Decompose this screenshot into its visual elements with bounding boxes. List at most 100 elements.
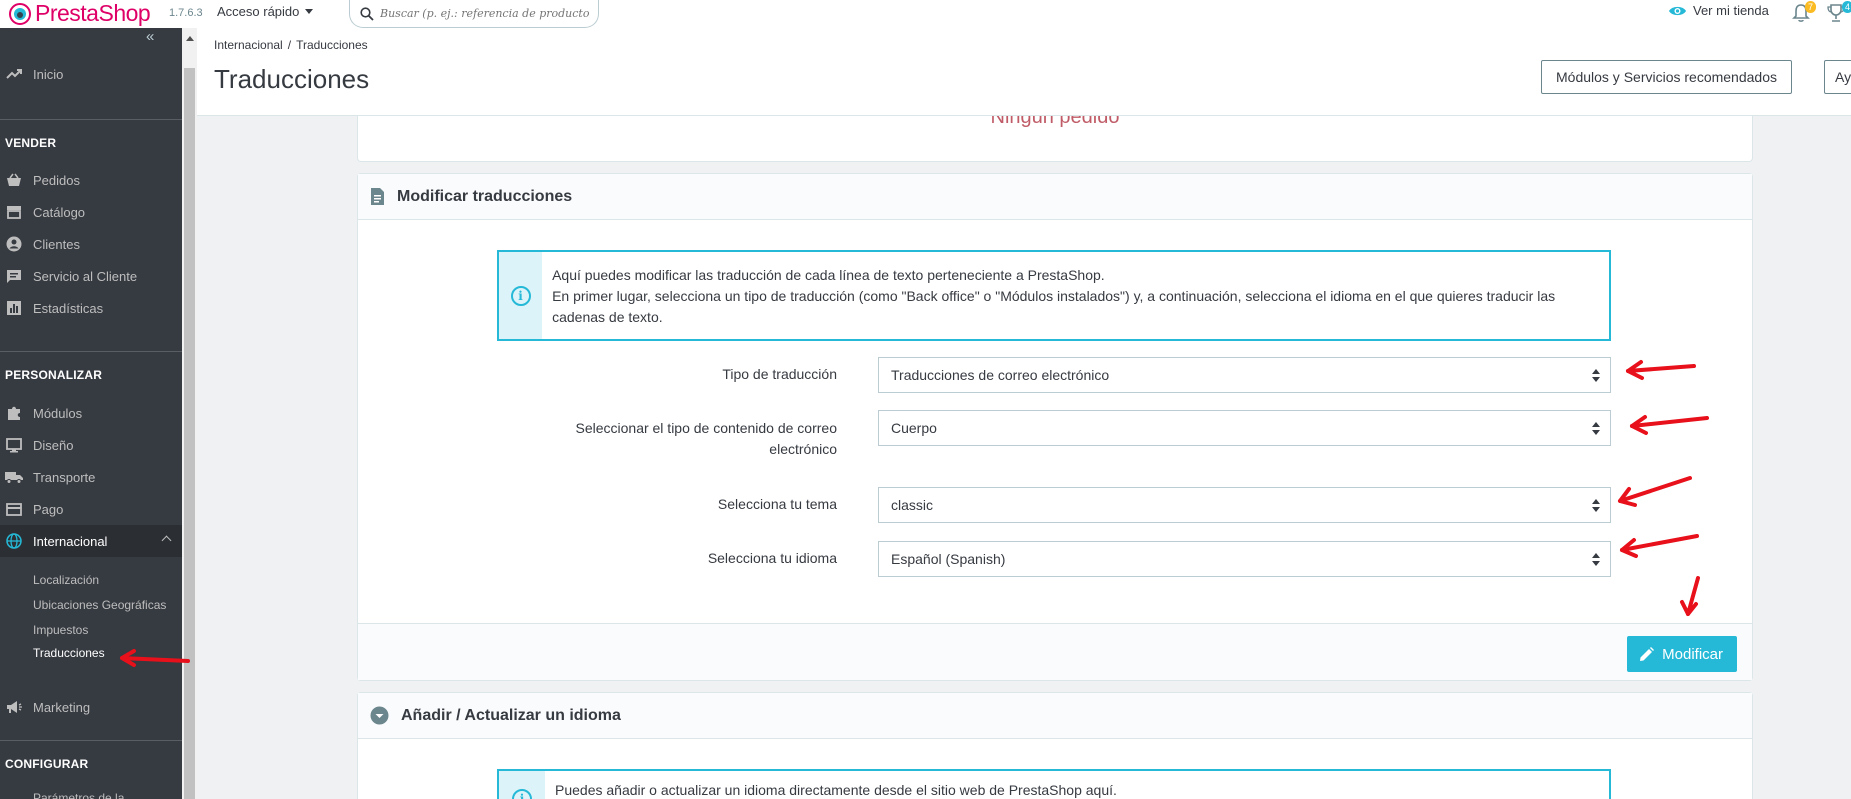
account-circle-icon bbox=[5, 236, 23, 252]
sidebar-item-catalog[interactable]: Catálogo bbox=[0, 198, 182, 226]
info-icon: i bbox=[512, 789, 532, 799]
collapse-sidebar-icon[interactable]: « bbox=[146, 28, 154, 45]
email-content-type-label: Seleccionar el tipo de contenido de corr… bbox=[575, 420, 837, 457]
achievements-button[interactable]: 4 bbox=[1827, 1, 1851, 24]
prestashop-logo-icon bbox=[9, 2, 31, 25]
chat-icon bbox=[5, 268, 23, 284]
page-header: Internacional / Traducciones Traducciones … bbox=[197, 28, 1851, 116]
breadcrumb-item-international[interactable]: Internacional bbox=[214, 38, 283, 52]
card-header: Modificar traducciones bbox=[358, 174, 1752, 220]
sidebar-subitem-localization[interactable]: Localización bbox=[33, 573, 99, 587]
translation-type-label: Tipo de traducción bbox=[722, 366, 837, 382]
sidebar-item-label: Inicio bbox=[33, 66, 64, 82]
sidebar-item-label: Módulos bbox=[33, 405, 83, 421]
sidebar-item-label: Pago bbox=[33, 501, 64, 517]
info-line-1: Aquí puedes modificar las traducción de … bbox=[552, 267, 1105, 283]
sidebar-subitem-translations[interactable]: Traducciones bbox=[33, 646, 105, 660]
sidebar-divider bbox=[0, 119, 182, 120]
empty-orders-text: Ningún pedido bbox=[990, 116, 1120, 128]
truck-icon bbox=[5, 469, 23, 485]
theme-label: Selecciona tu tema bbox=[717, 496, 837, 512]
sidebar-item-label: Marketing bbox=[33, 699, 91, 715]
search-input[interactable] bbox=[380, 7, 590, 20]
section-customize-heading: PERSONALIZAR bbox=[5, 368, 103, 382]
alert-icon-box: i bbox=[499, 252, 543, 339]
sidebar: « Inicio VENDER Pedidos Catálogo Cliente… bbox=[0, 28, 182, 799]
card-footer: Modificar bbox=[358, 623, 1752, 680]
puzzle-icon bbox=[5, 405, 23, 421]
select-value: Español (Spanish) bbox=[891, 551, 1006, 567]
select-arrows-icon bbox=[1592, 369, 1600, 383]
sidebar-item-label: Servicio al Cliente bbox=[33, 268, 138, 284]
quick-access-label: Acceso rápido bbox=[217, 4, 300, 19]
modify-button[interactable]: Modificar bbox=[1627, 636, 1737, 672]
sidebar-item-modules[interactable]: Módulos bbox=[0, 399, 182, 427]
quick-access-dropdown[interactable]: Acceso rápido bbox=[217, 4, 314, 19]
chevron-down-circle-icon bbox=[370, 706, 389, 725]
sidebar-item-label: Pedidos bbox=[33, 172, 80, 188]
page-title: Traducciones bbox=[214, 64, 370, 94]
sidebar-item-marketing[interactable]: Marketing bbox=[0, 693, 182, 721]
sidebar-item-customer-service[interactable]: Servicio al Cliente bbox=[0, 262, 182, 290]
bar-chart-icon bbox=[5, 300, 23, 316]
section-configure-heading: CONFIGURAR bbox=[5, 757, 89, 771]
sidebar-item-label: Transporte bbox=[33, 469, 96, 485]
credit-card-icon bbox=[5, 501, 23, 517]
sidebar-subitem-geo-locations[interactable]: Ubicaciones Geográficas bbox=[33, 598, 166, 612]
modify-translations-card: Modificar traducciones i Aquí puedes mod… bbox=[357, 173, 1753, 681]
view-store-label: Ver mi tienda bbox=[1693, 3, 1769, 18]
search-box[interactable] bbox=[349, 0, 599, 28]
monitor-icon bbox=[5, 437, 23, 453]
orders-card: Ningún pedido bbox=[357, 116, 1753, 162]
megaphone-icon bbox=[5, 699, 23, 715]
breadcrumb-item-translations[interactable]: Traducciones bbox=[296, 38, 368, 52]
sidebar-item-design[interactable]: Diseño bbox=[0, 431, 182, 459]
sidebar-item-stats[interactable]: Estadísticas bbox=[0, 294, 182, 322]
document-icon bbox=[370, 187, 385, 206]
sidebar-item-label: Internacional bbox=[33, 533, 108, 549]
language-label: Selecciona tu idioma bbox=[707, 550, 837, 566]
sidebar-item-customers[interactable]: Clientes bbox=[0, 230, 182, 258]
breadcrumb: Internacional / Traducciones bbox=[214, 38, 368, 52]
breadcrumb-separator: / bbox=[287, 38, 292, 52]
select-arrows-icon bbox=[1592, 553, 1600, 567]
section-sell-heading: VENDER bbox=[5, 136, 57, 150]
trending-up-icon bbox=[5, 66, 23, 82]
card-title: Añadir / Actualizar un idioma bbox=[401, 706, 621, 724]
sidebar-item-shipping[interactable]: Transporte bbox=[0, 463, 182, 491]
brand-name: PrestaShop bbox=[35, 0, 151, 26]
alert-text: Puedes añadir o actualizar un idioma dir… bbox=[555, 782, 1117, 798]
sidebar-item-label: Diseño bbox=[33, 437, 74, 453]
globe-icon bbox=[5, 533, 23, 549]
search-icon bbox=[360, 6, 374, 21]
shopping-basket-icon bbox=[5, 172, 23, 188]
sidebar-item-international[interactable]: Internacional bbox=[0, 525, 182, 557]
scrollbar-thumb[interactable] bbox=[184, 68, 195, 799]
select-arrows-icon bbox=[1592, 422, 1600, 436]
modify-button-label: Modificar bbox=[1662, 645, 1723, 663]
view-store-link[interactable]: Ver mi tienda bbox=[1668, 3, 1769, 18]
sidebar-divider bbox=[0, 740, 182, 741]
notifications-button[interactable]: 7 bbox=[1792, 1, 1816, 24]
recommended-modules-button[interactable]: Módulos y Servicios recomendados bbox=[1541, 60, 1792, 94]
sidebar-item-home[interactable]: Inicio bbox=[0, 60, 182, 88]
translation-type-select[interactable]: Traducciones de correo electrónico bbox=[878, 357, 1611, 393]
sidebar-scrollbar[interactable] bbox=[182, 28, 197, 799]
store-icon bbox=[5, 204, 23, 220]
prestashop-logo[interactable]: PrestaShop bbox=[9, 0, 151, 27]
card-header[interactable]: Añadir / Actualizar un idioma bbox=[358, 693, 1752, 739]
select-value: Traducciones de correo electrónico bbox=[891, 367, 1110, 383]
theme-select[interactable]: classic bbox=[878, 487, 1611, 523]
top-header: PrestaShop 1.7.6.3 Acceso rápido Ver mi … bbox=[0, 0, 1851, 28]
email-content-type-select[interactable]: Cuerpo bbox=[878, 410, 1611, 446]
select-value: Cuerpo bbox=[891, 420, 937, 436]
help-button[interactable]: Ay bbox=[1824, 60, 1851, 94]
info-icon: i bbox=[510, 285, 531, 306]
sidebar-subitem-taxes[interactable]: Impuestos bbox=[33, 623, 88, 637]
notifications-count-badge: 7 bbox=[1804, 1, 1816, 13]
scroll-up-arrow-icon[interactable] bbox=[186, 36, 194, 41]
sidebar-item-orders[interactable]: Pedidos bbox=[0, 166, 182, 194]
sidebar-item-payment[interactable]: Pago bbox=[0, 495, 182, 523]
sidebar-subitem-parameters[interactable]: Parámetros de la bbox=[33, 791, 124, 799]
language-select[interactable]: Español (Spanish) bbox=[878, 541, 1611, 577]
